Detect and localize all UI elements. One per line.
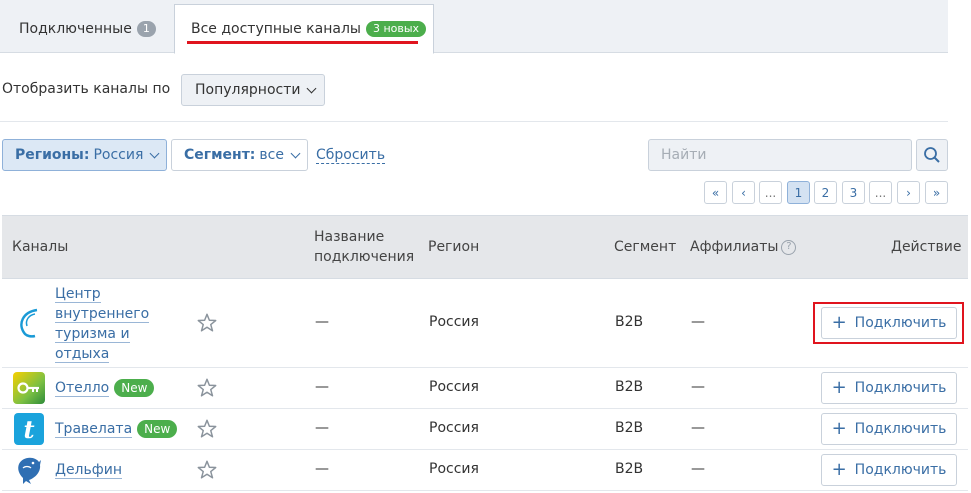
affiliates-cell: — [691,420,705,436]
connect-button[interactable]: + Подключить [821,413,957,445]
column-header-segment: Сегмент [614,239,677,255]
segment-filter[interactable]: Сегмент: все [171,139,308,171]
chevron-down-icon [290,148,301,158]
connect-button-label: Подключить [854,421,947,437]
search-button[interactable] [916,139,948,171]
connect-button-label: Подключить [854,462,947,478]
search-input[interactable] [648,139,912,171]
star-icon[interactable] [196,459,218,481]
column-header-affiliates-label: Аффилиаты [690,239,779,255]
chevron-down-icon [149,148,160,158]
segment-cell: B2B [615,314,644,330]
new-badge: New [114,379,155,397]
region-filter[interactable]: Регионы: Россия [2,139,167,171]
channel-name-link[interactable]: Отелло New [55,378,155,398]
region-filter-value: Россия [93,147,144,163]
key-logo-icon [13,372,45,404]
segment-cell: B2B [615,461,644,477]
region-cell: Россия [429,461,479,477]
sort-select-value: Популярности [195,82,301,98]
key-icon [17,382,39,394]
affiliates-cell: — [691,314,705,330]
tab-new-badge: 3 новых [365,21,427,37]
plus-icon: + [831,418,847,439]
segment-cell: B2B [615,379,644,395]
connection-name-cell: — [315,420,329,436]
connection-name-cell: — [315,379,329,395]
tab-connected-count-badge: 1 [136,20,156,37]
column-header-region: Регион [428,239,480,255]
channel-name-text: Центр внутреннего туризма и отдыха [55,286,150,363]
segment-filter-value: все [259,147,284,163]
segment-cell: B2B [615,420,644,436]
channel-name-link[interactable]: Центр внутреннего туризма и отдыха [55,284,155,364]
region-cell: Россия [429,420,479,436]
page-2-button[interactable]: 2 [814,181,837,204]
star-icon[interactable] [196,418,218,440]
tab-connected[interactable]: Подключенные 1 [0,4,174,53]
wave-logo-icon [20,308,38,338]
star-icon[interactable] [196,312,218,334]
tab-all-channels-label: Все доступные каналы [191,21,361,37]
table-row: Дельфин — Россия B2B — + Подключить [2,450,968,491]
sort-select[interactable]: Популярности [181,74,325,106]
chevron-down-icon [307,83,317,93]
channel-name-text: Травелата [55,421,133,438]
tab-highlight-underline [187,41,418,44]
page-prev-button[interactable]: ‹ [732,181,755,204]
affiliates-cell: — [691,379,705,395]
table-header: Каналы Название подключения Регион Сегме… [2,215,968,279]
region-cell: Россия [429,314,479,330]
dolphin-logo-icon [18,457,41,484]
tab-all-channels[interactable]: Все доступные каналы 3 новых [174,4,434,54]
plus-icon: + [831,377,847,398]
page-1-button[interactable]: 1 [787,181,810,204]
divider [0,121,948,122]
page-next-button[interactable]: › [897,181,920,204]
connect-button[interactable]: + Подключить [821,454,957,486]
table-row: Отелло New — Россия B2B — + Подключить [2,368,968,409]
help-icon[interactable]: ? [781,239,797,255]
affiliates-cell: — [691,461,705,477]
connection-name-cell: — [315,461,329,477]
channel-name-text: Отелло [55,380,110,397]
page-dots-right[interactable]: ... [869,181,892,204]
sort-label: Отобразить каналы по [2,81,171,97]
page-3-button[interactable]: 3 [842,181,865,204]
region-cell: Россия [429,379,479,395]
new-badge: New [137,420,178,438]
connect-button[interactable]: + Подключить [821,372,957,404]
highlight-box [813,302,964,344]
channel-name-text: Дельфин [55,462,122,479]
table-row: t Травелата New — Россия B2B — + Подключит… [2,409,968,450]
region-filter-key: Регионы: [15,147,90,163]
search-icon [924,147,940,163]
tab-connected-label: Подключенные [19,20,132,37]
connection-name-cell: — [315,314,329,330]
column-header-connection-name: Название подключения [314,229,415,265]
segment-filter-key: Сегмент: [184,147,256,163]
page-first-button[interactable]: « [704,181,727,204]
connect-button-label: Подключить [854,380,947,396]
column-header-action: Действие [891,239,962,255]
reset-filters-link[interactable]: Сбросить [316,147,386,164]
column-header-channels: Каналы [12,239,69,255]
t-logo-icon: t [14,413,44,445]
channel-name-link[interactable]: Дельфин [55,460,122,480]
plus-icon: + [831,459,847,480]
star-icon[interactable] [196,377,218,399]
page-last-button[interactable]: » [925,181,948,204]
channel-name-link[interactable]: Травелата New [55,419,178,439]
page-dots-left[interactable]: ... [759,181,782,204]
column-header-affiliates: Аффилиаты? [690,237,797,257]
